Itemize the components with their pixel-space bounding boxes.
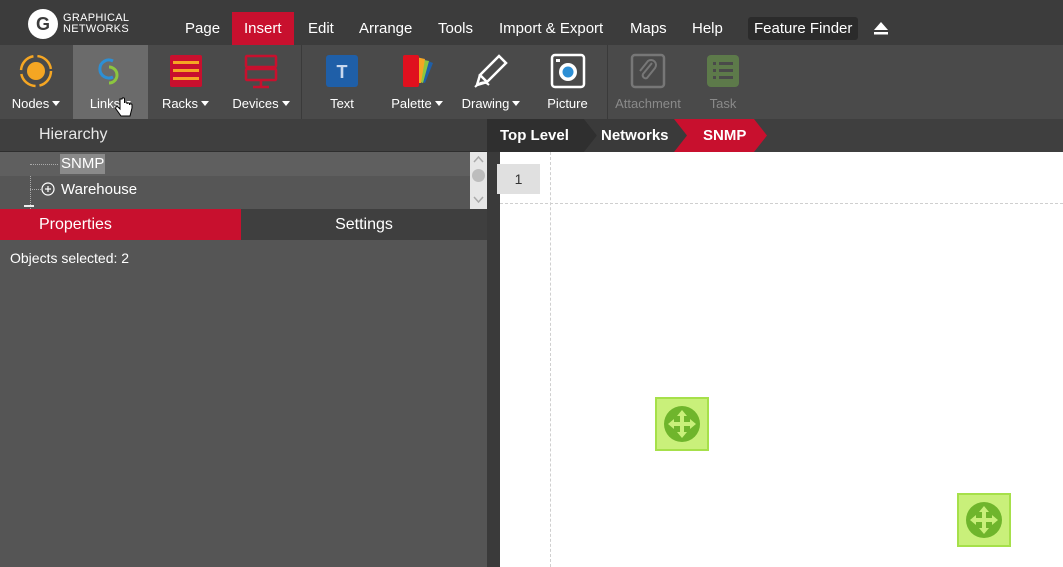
- racks-button[interactable]: Racks: [148, 45, 223, 119]
- nodes-button[interactable]: Nodes: [0, 45, 72, 119]
- links-icon: [97, 58, 118, 85]
- task-icon: [707, 55, 739, 87]
- chevron-down-icon: [52, 101, 61, 106]
- text-label: Text: [330, 96, 354, 111]
- menu-tools[interactable]: Tools: [426, 12, 485, 45]
- tab-settings[interactable]: Settings: [241, 209, 487, 240]
- task-label: Task: [709, 96, 737, 111]
- racks-label: Racks: [161, 96, 199, 111]
- drawing-button[interactable]: Drawing: [455, 45, 527, 119]
- drawing-icon: [474, 54, 508, 88]
- breadcrumb-snmp[interactable]: SNMP: [703, 119, 746, 152]
- text-icon: T: [326, 55, 358, 87]
- tree-collapse-indicator: [24, 205, 34, 207]
- devices-label: Devices: [232, 96, 279, 111]
- chevron-down-icon: [512, 101, 521, 106]
- hand-cursor-icon: [115, 97, 133, 117]
- tree-item-warehouse[interactable]: Warehouse: [0, 177, 470, 201]
- network-node[interactable]: [655, 397, 709, 451]
- page-guide-vertical: [550, 152, 551, 567]
- text-button[interactable]: T Text: [305, 45, 379, 119]
- diagram-canvas[interactable]: 1: [497, 152, 1063, 567]
- palette-label: Palette: [391, 96, 432, 111]
- chevron-down-icon: [281, 101, 290, 106]
- menu-page[interactable]: Page: [173, 12, 232, 45]
- breadcrumb: Top Level Networks SNMP: [487, 119, 1063, 152]
- router-icon: [664, 406, 700, 442]
- network-node[interactable]: [957, 493, 1011, 547]
- nodes-icon: [19, 54, 53, 88]
- devices-icon: [244, 54, 278, 89]
- page-guide-horizontal: [500, 203, 1063, 204]
- tree-scrollbar[interactable]: [470, 152, 487, 209]
- chevron-down-icon: [434, 101, 443, 106]
- attachment-icon: [630, 53, 666, 89]
- feature-finder-button[interactable]: Feature Finder: [748, 17, 859, 40]
- attachment-button[interactable]: Attachment: [610, 45, 686, 119]
- hierarchy-tree: SNMP Warehouse: [0, 152, 487, 209]
- expand-plus-icon[interactable]: [41, 182, 55, 196]
- scroll-up-icon[interactable]: [473, 155, 484, 163]
- picture-button[interactable]: Picture: [530, 45, 605, 119]
- page-number-tab[interactable]: 1: [497, 164, 540, 194]
- svg-text:T: T: [337, 62, 348, 82]
- scroll-down-icon[interactable]: [473, 196, 484, 204]
- links-button[interactable]: Links: [73, 45, 148, 119]
- breadcrumb-background: [487, 119, 767, 152]
- palette-button[interactable]: Palette: [380, 45, 454, 119]
- picture-icon: [550, 53, 585, 89]
- logo-mark-icon: [28, 9, 58, 39]
- devices-button[interactable]: Devices: [223, 45, 299, 119]
- menubar: GRAPHICAL NETWORKS Page Insert Edit Arra…: [0, 0, 1063, 45]
- properties-panel: Objects selected: 2: [0, 240, 487, 567]
- tree-item-label: SNMP: [60, 154, 106, 174]
- hierarchy-header: Hierarchy: [0, 119, 487, 152]
- scroll-thumb[interactable]: [472, 169, 485, 182]
- logo-line-2: NETWORKS: [63, 23, 129, 35]
- nodes-label: Nodes: [11, 96, 50, 111]
- ribbon-separator: [607, 45, 608, 119]
- picture-label: Picture: [547, 96, 588, 111]
- ribbon-separator: [301, 45, 302, 119]
- eject-icon[interactable]: [873, 20, 889, 36]
- insert-ribbon: Nodes Links Racks Devices T Text Palette…: [0, 45, 1063, 119]
- racks-icon: [169, 55, 202, 87]
- chevron-down-icon: [201, 101, 210, 106]
- menu-edit[interactable]: Edit: [296, 12, 346, 45]
- breadcrumb-networks[interactable]: Networks: [601, 119, 669, 152]
- drawing-label: Drawing: [461, 96, 510, 111]
- graphical-networks-logo[interactable]: GRAPHICAL NETWORKS: [28, 8, 148, 40]
- selection-status: Objects selected: 2: [10, 250, 130, 266]
- router-icon: [966, 502, 1002, 538]
- panel-tabs: Properties Settings: [0, 209, 487, 240]
- menu-help[interactable]: Help: [680, 12, 735, 45]
- menu-insert[interactable]: Insert: [232, 12, 294, 45]
- tree-item-snmp[interactable]: SNMP: [0, 152, 470, 176]
- attachment-label: Attachment: [615, 96, 681, 111]
- palette-icon: [403, 55, 433, 87]
- menu-import-export[interactable]: Import & Export: [487, 12, 615, 45]
- breadcrumb-top-level[interactable]: Top Level: [500, 119, 569, 152]
- menu-arrange[interactable]: Arrange: [347, 12, 424, 45]
- menu-maps[interactable]: Maps: [618, 12, 679, 45]
- hierarchy-title: Hierarchy: [39, 126, 108, 143]
- task-button[interactable]: Task: [686, 45, 760, 119]
- tab-properties[interactable]: Properties: [0, 209, 241, 240]
- tree-item-label: Warehouse: [61, 181, 138, 198]
